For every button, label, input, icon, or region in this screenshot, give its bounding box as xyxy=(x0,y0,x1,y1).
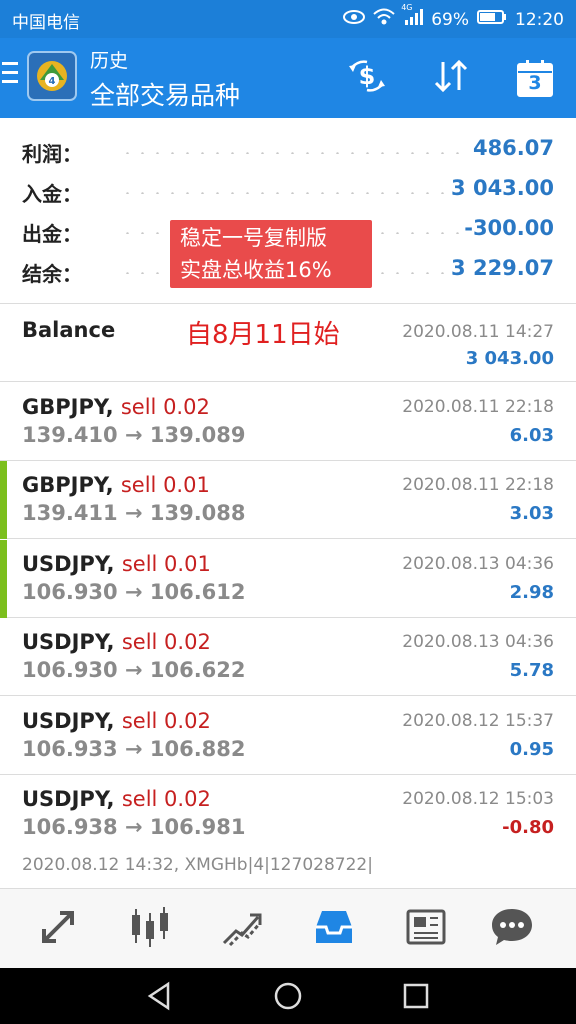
promo-badge: 稳定一号复制版 实盘总收益16% xyxy=(170,220,372,288)
deal-side: sell 0.01 xyxy=(121,552,211,576)
clock: 12:20 xyxy=(515,9,564,30)
svg-text:$: $ xyxy=(359,62,376,90)
deal-symbol: USDJPY, sell 0.01 xyxy=(22,552,211,576)
summary-label: 入金： xyxy=(22,182,82,206)
deal-profit: 6.03 xyxy=(509,425,554,446)
summary-value: 486.07 xyxy=(472,136,554,160)
chat-icon xyxy=(490,905,534,953)
deal-row[interactable]: USDJPY, sell 0.02 106.933 → 106.882 2020… xyxy=(0,697,576,775)
deal-prices: 139.410 → 139.089 xyxy=(22,423,246,447)
currency-sync-button[interactable]: $ xyxy=(344,56,390,100)
currency-sync-icon: $ xyxy=(345,58,389,98)
deal-symbol: USDJPY, sell 0.02 xyxy=(22,630,211,654)
summary-label: 利润： xyxy=(22,142,82,166)
deal-profit: 3.03 xyxy=(509,503,554,524)
sort-button[interactable] xyxy=(428,56,474,100)
dotted-leader xyxy=(120,192,460,194)
recents-icon[interactable] xyxy=(398,978,434,1014)
summary-value: 3 043.00 xyxy=(451,176,554,200)
promo-line-2: 实盘总收益16% xyxy=(180,258,332,282)
nav-trade[interactable] xyxy=(214,903,270,955)
deal-row[interactable]: GBPJPY, sell 0.01 139.411 → 139.088 2020… xyxy=(0,461,576,539)
summary-row-profit: 利润： 486.07 xyxy=(0,130,576,170)
summary-value: -300.00 xyxy=(464,216,554,240)
deal-time: 2020.08.13 04:36 xyxy=(402,554,554,574)
app-bar: 4 历史 全部交易品种 $ 3 xyxy=(0,38,576,118)
calendar-day: 3 xyxy=(528,72,542,94)
screen-subtitle: 历史 xyxy=(90,50,129,72)
eye-icon xyxy=(343,9,366,30)
deal-side: sell 0.02 xyxy=(121,709,211,733)
system-navigation-bar xyxy=(0,968,576,1024)
deal-symbol: GBPJPY, sell 0.01 xyxy=(22,473,210,497)
deal-side: sell 0.02 xyxy=(121,787,211,811)
deal-prices: 139.411 → 139.088 xyxy=(22,501,246,525)
signal-icon: 4G xyxy=(401,3,424,30)
balance-time: 2020.08.11 14:27 xyxy=(402,322,554,342)
summary-value: 3 229.07 xyxy=(451,256,554,280)
battery-icon xyxy=(477,9,507,30)
deal-row[interactable]: GBPJPY, sell 0.02 139.410 → 139.089 2020… xyxy=(0,383,576,461)
deal-prices: 106.933 → 106.882 xyxy=(22,737,246,761)
deal-profit: -0.80 xyxy=(502,817,554,838)
promo-line-1: 稳定一号复制版 xyxy=(180,226,327,250)
summary-label: 出金： xyxy=(22,222,82,246)
deal-time: 2020.08.11 22:18 xyxy=(402,475,554,495)
start-date-note: 自8月11日始 xyxy=(186,320,340,350)
calendar-button[interactable]: 3 xyxy=(512,56,558,100)
deal-side: sell 0.02 xyxy=(121,630,211,654)
deal-row[interactable]: USDJPY, sell 0.01 106.930 → 106.612 2020… xyxy=(0,540,576,618)
carrier-name: 中国电信 xyxy=(12,13,80,33)
deal-row-expanded[interactable]: USDJPY, sell 0.02 106.938 → 106.981 2020… xyxy=(0,775,576,888)
deal-profit: 5.78 xyxy=(509,660,554,681)
nav-chat[interactable] xyxy=(484,903,540,955)
menu-icon[interactable] xyxy=(2,62,18,92)
deal-time: 2020.08.13 04:36 xyxy=(402,632,554,652)
deal-comment: 2020.08.12 14:32, XMGHb|4|127028722| xyxy=(22,855,373,875)
quotes-icon xyxy=(36,905,80,953)
balance-amount: 3 043.00 xyxy=(465,348,554,369)
selection-accent xyxy=(0,540,7,618)
network-type: 4G xyxy=(401,3,413,12)
deal-time: 2020.08.12 15:37 xyxy=(402,711,554,731)
sort-arrows-icon xyxy=(431,58,471,98)
deal-symbol: USDJPY, sell 0.02 xyxy=(22,787,211,811)
bottom-navigation xyxy=(0,888,576,968)
deal-side: sell 0.02 xyxy=(120,395,210,419)
balance-label: Balance xyxy=(22,318,116,342)
nav-quotes[interactable] xyxy=(30,903,86,955)
summary-row-deposit: 入金： 3 043.00 xyxy=(0,170,576,210)
home-icon[interactable] xyxy=(270,978,306,1014)
battery-percent: 69% xyxy=(431,9,469,30)
history-icon xyxy=(312,905,356,953)
nav-chart[interactable] xyxy=(122,903,178,955)
deal-time: 2020.08.12 15:03 xyxy=(402,789,554,809)
deal-profit: 0.95 xyxy=(509,739,554,760)
screen-title[interactable]: 全部交易品种 xyxy=(90,76,240,112)
deal-prices: 106.930 → 106.622 xyxy=(22,658,246,682)
selection-accent xyxy=(0,461,7,539)
deal-row[interactable]: USDJPY, sell 0.02 106.930 → 106.622 2020… xyxy=(0,618,576,696)
deal-prices: 106.938 → 106.981 xyxy=(22,815,246,839)
nav-history[interactable] xyxy=(306,903,362,955)
status-bar: 中国电信 4G 69% 12:20 xyxy=(0,0,576,38)
deal-time: 2020.08.11 22:18 xyxy=(402,397,554,417)
summary-label: 结余： xyxy=(22,262,82,286)
app-logo[interactable]: 4 xyxy=(26,50,78,102)
wifi-icon xyxy=(373,8,395,31)
trade-icon xyxy=(220,905,264,953)
deal-symbol: USDJPY, sell 0.02 xyxy=(22,709,211,733)
deal-profit: 2.98 xyxy=(509,582,554,603)
deal-side: sell 0.01 xyxy=(120,473,210,497)
status-icons: 4G 69% 12:20 xyxy=(343,3,564,31)
chart-icon xyxy=(128,905,172,953)
calendar-icon: 3 xyxy=(517,59,553,97)
news-icon xyxy=(404,905,448,953)
deal-prices: 106.930 → 106.612 xyxy=(22,580,246,604)
deal-symbol: GBPJPY, sell 0.02 xyxy=(22,395,210,419)
back-icon[interactable] xyxy=(142,978,178,1014)
dotted-leader xyxy=(120,152,460,154)
svg-text:4: 4 xyxy=(49,76,56,87)
nav-news[interactable] xyxy=(398,903,454,955)
